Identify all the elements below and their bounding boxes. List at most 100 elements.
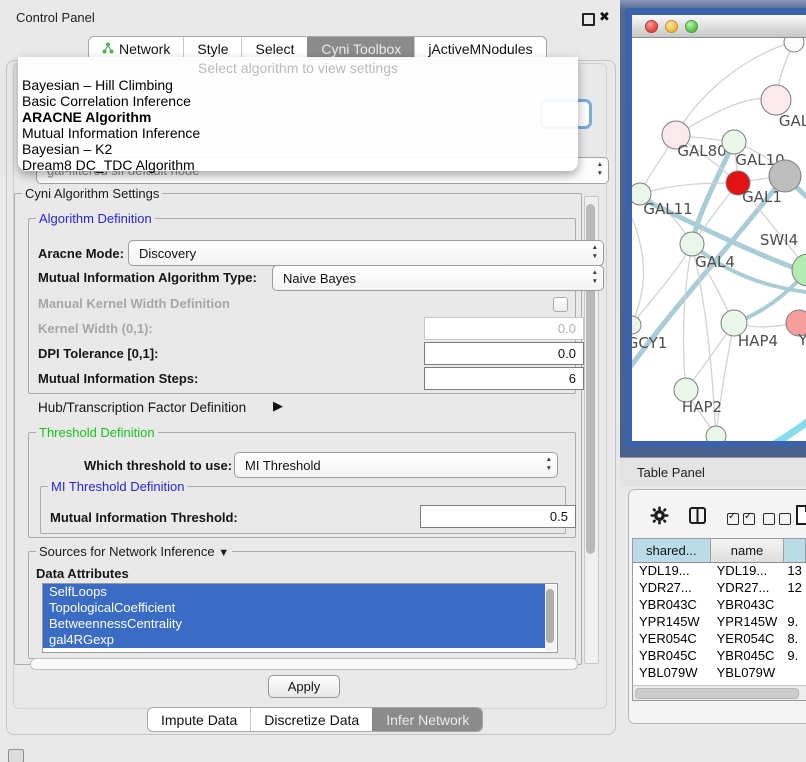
- minimize-traffic-light-icon[interactable]: [665, 20, 678, 33]
- network-edge[interactable]: [632, 244, 692, 325]
- deselect-all-checkboxes-icon[interactable]: [763, 512, 795, 530]
- apply-button[interactable]: Apply: [268, 675, 340, 698]
- sources-group-title: Sources for Network Inference ▼: [36, 544, 232, 559]
- collapse-triangle-icon[interactable]: ▼: [218, 547, 229, 559]
- dpi-tolerance-label: DPI Tolerance [0,1]:: [38, 346, 158, 361]
- table-row[interactable]: YDR27... YDR27... 12: [633, 579, 806, 596]
- dropdown-options: Bayesian – Hill ClimbingBasic Correlatio…: [20, 77, 576, 173]
- select-all-checkboxes-icon[interactable]: [727, 512, 759, 530]
- tab-label: Discretize Data: [264, 712, 359, 728]
- network-node[interactable]: [632, 316, 641, 334]
- table-row[interactable]: YPR145W YPR145W 9.: [633, 613, 806, 630]
- table-hscrollbar[interactable]: [633, 685, 806, 700]
- network-canvas[interactable]: GALGAL80GAL10GAL1GAL11SWI4GAL4YGCY1HAP4H…: [632, 38, 806, 441]
- tab-discretize-data[interactable]: Discretize Data: [250, 708, 372, 731]
- which-threshold-value: MI Threshold: [245, 458, 321, 473]
- tab-label: Select: [255, 41, 294, 57]
- zoom-traffic-light-icon[interactable]: [685, 20, 698, 33]
- settings-hscrollbar[interactable]: [30, 658, 578, 670]
- table-hscrollbar-thumb[interactable]: [635, 688, 799, 699]
- list-scrollbar[interactable]: [545, 585, 556, 651]
- network-node[interactable]: [761, 85, 791, 115]
- network-node[interactable]: [784, 38, 804, 52]
- table-settings-gear-icon[interactable]: [650, 506, 669, 530]
- network-edge[interactable]: [640, 183, 738, 194]
- tab-infer-network[interactable]: Infer Network: [372, 708, 482, 731]
- network-edge[interactable]: [632, 218, 644, 325]
- network-node[interactable]: [706, 426, 726, 441]
- network-edge[interactable]: [684, 244, 692, 390]
- aracne-mode-combo[interactable]: Discovery ▲▼: [128, 240, 604, 266]
- screen: Control Panel ✖ Network Style Select Cyn…: [0, 0, 806, 762]
- dropdown-option[interactable]: Dream8 DC_TDC Algorithm: [20, 157, 576, 173]
- network-edge[interactable]: [716, 323, 734, 436]
- dropdown-option[interactable]: Bayesian – K2: [20, 141, 576, 157]
- hub-expand-icon[interactable]: ▶: [273, 398, 283, 414]
- table-rows: YDL19... YDL19... 13 YDR27... YDR27... 1…: [633, 562, 806, 686]
- network-window: GALGAL80GAL10GAL1GAL11SWI4GAL4YGCY1HAP4H…: [625, 8, 806, 447]
- list-item[interactable]: TopologicalCoefficient: [43, 600, 545, 616]
- table-row[interactable]: YDL19... YDL19... 13: [633, 562, 806, 579]
- aracne-mode-value: Discovery: [139, 246, 196, 261]
- table-header-row: shared... name: [633, 539, 806, 563]
- table-row[interactable]: YBR043C YBR043C: [633, 596, 806, 613]
- mi-threshold-label: Mutual Information Threshold:: [50, 510, 238, 525]
- float-window-icon[interactable]: [582, 13, 595, 26]
- column-header-shared-name[interactable]: shared...: [633, 539, 711, 562]
- tab-label: Style: [197, 41, 228, 57]
- data-attributes-list[interactable]: SelfLoopsTopologicalCoefficientBetweenne…: [42, 583, 558, 653]
- network-node-label: GAL: [779, 112, 806, 130]
- network-node-label: GAL4: [695, 253, 735, 271]
- bottom-tabbar: Impute Data Discretize Data Infer Networ…: [147, 707, 483, 732]
- close-traffic-light-icon[interactable]: [645, 20, 658, 33]
- network-node-label: GCY1: [632, 334, 667, 352]
- list-item[interactable]: gal4RGexp: [43, 632, 545, 648]
- dropdown-placeholder: Select algorithm to view settings: [18, 60, 578, 76]
- which-threshold-label: Which threshold to use:: [84, 458, 232, 473]
- tab-label: Infer Network: [386, 712, 469, 728]
- table-row[interactable]: YBR045C YBR045C 9.: [633, 647, 806, 664]
- network-node-label: GAL80: [677, 142, 726, 160]
- mi-type-combo[interactable]: Naive Bayes ▲▼: [272, 265, 604, 291]
- network-node-label: Y: [797, 331, 806, 349]
- kernel-width-label: Kernel Width (0,1):: [38, 321, 153, 336]
- column-selector-icon[interactable]: [689, 507, 706, 529]
- stepper-icon: ▲▼: [592, 268, 598, 286]
- network-window-titlebar[interactable]: [632, 15, 806, 38]
- stepper-icon: ▲▼: [546, 455, 552, 473]
- cyni-algorithm-settings-title: Cyni Algorithm Settings: [22, 186, 162, 201]
- manual-kernel-label: Manual Kernel Width Definition: [38, 296, 230, 311]
- dpi-tolerance-input[interactable]: 0.0: [424, 342, 584, 365]
- network-node-label: SWI4: [760, 231, 798, 249]
- column-header-name[interactable]: name: [711, 539, 785, 562]
- network-node-label: GAL11: [643, 200, 692, 218]
- list-item[interactable]: BetweennessCentrality: [43, 616, 545, 632]
- new-table-page-icon[interactable]: [796, 505, 806, 530]
- mi-steps-label: Mutual Information Steps:: [38, 371, 198, 386]
- network-node[interactable]: [769, 160, 801, 192]
- which-threshold-combo[interactable]: MI Threshold ▲▼: [234, 452, 558, 478]
- table-panel-title: Table Panel: [637, 465, 705, 480]
- network-node[interactable]: [792, 254, 806, 286]
- hub-section-label[interactable]: Hub/Transcription Factor Definition: [38, 400, 246, 415]
- column-header-clipped[interactable]: [784, 539, 806, 562]
- aracne-mode-label: Aracne Mode:: [38, 246, 124, 261]
- table-row[interactable]: YBL079W YBL079W: [633, 664, 806, 681]
- close-icon[interactable]: ✖: [599, 9, 610, 25]
- table-row[interactable]: YER054C YER054C 8.: [633, 630, 806, 647]
- mi-steps-input[interactable]: 6: [424, 367, 584, 390]
- dropdown-option[interactable]: ARACNE Algorithm: [20, 109, 576, 125]
- list-item[interactable]: SelfLoops: [43, 584, 545, 600]
- dropdown-option[interactable]: Mutual Information Inference: [20, 125, 576, 141]
- mi-threshold-input[interactable]: 0.5: [420, 505, 576, 528]
- manual-kernel-checkbox[interactable]: [553, 297, 568, 312]
- tab-label: Cyni Toolbox: [321, 41, 401, 57]
- docked-panel-icon[interactable]: [8, 749, 24, 762]
- dropdown-option[interactable]: Basic Correlation Inference: [20, 93, 576, 109]
- threshold-definition-title: Threshold Definition: [36, 425, 158, 440]
- network-node-label: HAP4: [738, 332, 778, 350]
- mi-threshold-group-title: MI Threshold Definition: [48, 479, 187, 494]
- tab-impute-data[interactable]: Impute Data: [148, 708, 250, 731]
- control-panel-title: Control Panel: [16, 10, 95, 25]
- dropdown-option[interactable]: Bayesian – Hill Climbing: [20, 77, 576, 93]
